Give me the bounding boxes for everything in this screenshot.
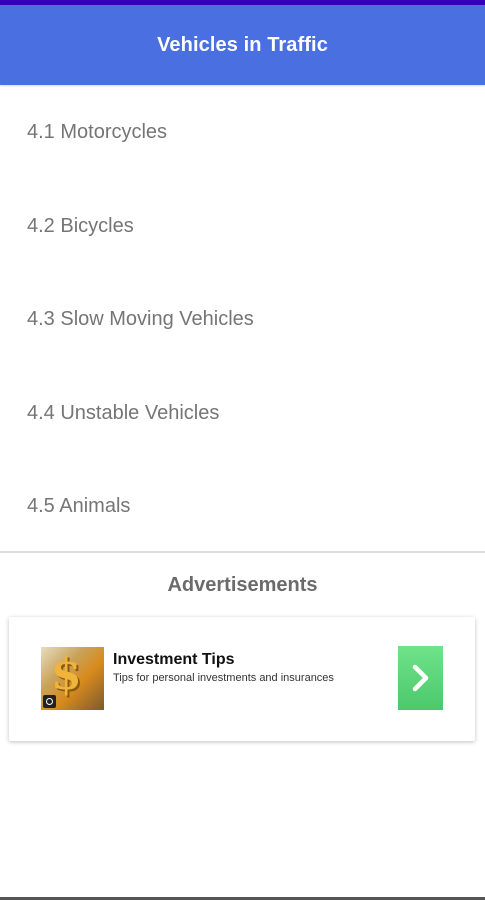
list-item-label: 4.3 Slow Moving Vehicles xyxy=(27,308,254,331)
ad-subtitle: Tips for personal investments and insura… xyxy=(113,672,334,684)
list-item-motorcycles[interactable]: 4.1 Motorcycles xyxy=(0,86,485,180)
ads-heading: Advertisements xyxy=(167,574,318,596)
topic-list: 4.1 Motorcycles 4.2 Bicycles 4.3 Slow Mo… xyxy=(0,86,485,554)
list-item-unstable-vehicles[interactable]: 4.4 Unstable Vehicles xyxy=(0,367,485,461)
ad-title[interactable]: Investment Tips xyxy=(113,651,235,669)
ad-open-button[interactable] xyxy=(398,646,443,710)
list-item-label: 4.5 Animals xyxy=(27,495,131,518)
section-divider xyxy=(0,551,485,553)
list-item-bicycles[interactable]: 4.2 Bicycles xyxy=(0,180,485,274)
ad-banner[interactable]: $ Investment Tips Tips for personal inve… xyxy=(9,617,475,741)
ad-info-badge-icon xyxy=(43,695,56,708)
ad-dollar-image[interactable]: $ xyxy=(41,647,104,710)
list-item-label: 4.2 Bicycles xyxy=(27,214,134,237)
list-item-label: 4.1 Motorcycles xyxy=(27,121,168,144)
list-item-slow-moving-vehicles[interactable]: 4.3 Slow Moving Vehicles xyxy=(0,273,485,367)
app-bar: Vehicles in Traffic xyxy=(0,5,485,85)
dollar-sign-icon: $ xyxy=(51,649,82,700)
list-item-animals[interactable]: 4.5 Animals xyxy=(0,460,485,554)
chevron-right-icon xyxy=(412,664,428,692)
page-title: Vehicles in Traffic xyxy=(157,33,328,56)
list-item-label: 4.4 Unstable Vehicles xyxy=(27,401,220,424)
